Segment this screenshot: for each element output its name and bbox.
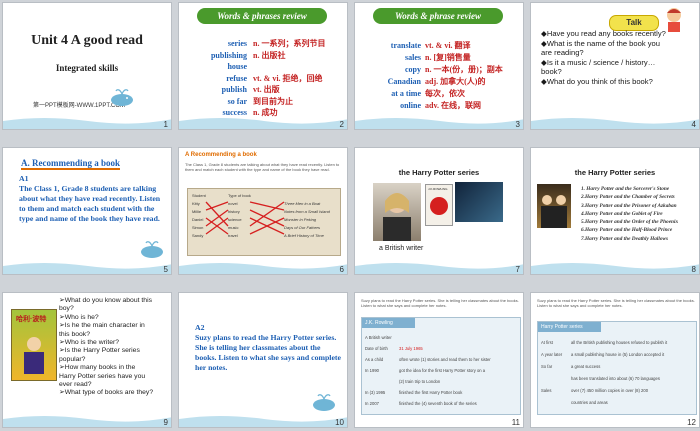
question-list: ➢What do you know about this boy? ➢Who is…	[59, 297, 154, 397]
book-list: 1. Harry Potter and the Sorcerer's Stone…	[581, 186, 679, 242]
notes-header: Harry Potter series	[538, 322, 601, 332]
movie-poster	[455, 182, 503, 222]
slide-thumbnail-7[interactable]: the Harry Potter series J.K.ROWLING a Br…	[354, 147, 524, 275]
wave-decoration	[355, 263, 523, 274]
wave-decoration	[179, 263, 347, 274]
slide-thumbnail-3[interactable]: Words & phrase review translate sales copy…	[354, 2, 524, 130]
slide-thumbnail-5[interactable]: A. Recommending a book A1 The Class 1, G…	[2, 147, 172, 275]
slide-thumbnail-11[interactable]: Suzy plans to read the Harry Potter seri…	[354, 292, 524, 428]
slide-thumbnail-10[interactable]: A2 Suzy plans to read the Harry Potter s…	[178, 292, 348, 428]
slide-number: 6	[339, 265, 344, 274]
slide-thumbnail-2[interactable]: Words & phrases review series publishing h…	[178, 2, 348, 130]
task-intro: Suzy plans to read the Harry Potter seri…	[361, 298, 519, 308]
slide-thumbnail-9[interactable]: 哈利·波特 ➢What do you know about this boy? ➢…	[2, 292, 172, 428]
wave-decoration	[531, 263, 699, 274]
whale-icon	[141, 241, 163, 258]
meaning-list: vt. & vi. 翻译 n. [复]销售量 n. 一本(份，册)；副本 adj. 加…	[425, 41, 503, 110]
matching-table: Student Kitty Millie Daniel Simon Sandy Type …	[187, 188, 341, 256]
slide-banner: Words & phrase review	[373, 8, 503, 24]
task-intro: Suzy plans to read the Harry Potter seri…	[537, 298, 695, 308]
section-title: A Recommending a book	[185, 152, 257, 158]
slide-number: 9	[163, 418, 168, 427]
slide-sorter-grid: Unit 4 A good read Integrated skills 第一P…	[0, 0, 700, 431]
wave-decoration	[3, 416, 171, 427]
section-title: A. Recommending a book	[21, 158, 121, 170]
slide-thumbnail-8[interactable]: the Harry Potter series 1. Harry Potter …	[530, 147, 700, 275]
slide-number: 11	[511, 418, 520, 427]
notes-rows: At first all the British publishing house…	[541, 340, 668, 405]
slide-subtitle: Integrated skills	[55, 63, 119, 73]
whale-icon	[111, 89, 133, 106]
talk-questions: ◆Have you read any books recently? ◆What …	[541, 29, 666, 86]
meaning-list: n. 一系列；系列节目 n. 出版社 vt. & vi. 拒绝，回绝 vt. 出版到…	[253, 39, 326, 117]
book-cover-casual-vacancy: J.K.ROWLING	[425, 184, 453, 226]
word-list: translate sales copy Canadian at a time onlin…	[387, 41, 421, 110]
slide-number: 8	[691, 265, 696, 274]
word-list: series publishing house refuse publish so far…	[210, 39, 247, 117]
slide-number: 2	[339, 120, 344, 129]
notes-table: J.K. Rowling A British writer Date of bi…	[361, 317, 521, 415]
slide-number: 3	[515, 120, 520, 129]
photo-caption: a British writer	[379, 245, 424, 252]
notes-header: J.K. Rowling	[362, 318, 415, 328]
slide-number: 10	[335, 418, 344, 427]
slide-thumbnail-6[interactable]: A Recommending a book The Class 1, Grade…	[178, 147, 348, 275]
task-text: A2 Suzy plans to read the Harry Potter s…	[195, 323, 341, 372]
notes-table: Harry Potter series At first all the Brit…	[537, 321, 697, 415]
slide-banner: Words & phrases review	[197, 8, 327, 24]
wave-decoration	[531, 118, 699, 129]
slide-thumbnail-12[interactable]: Suzy plans to read the Harry Potter seri…	[530, 292, 700, 428]
slide-number: 1	[163, 120, 168, 129]
slide-number: 4	[691, 120, 696, 129]
slide-title: the Harry Potter series	[398, 168, 480, 177]
slide-title: the Harry Potter series	[574, 168, 656, 177]
slide-number: 5	[163, 265, 168, 274]
task-text: A1 The Class 1, Grade 8 students are tal…	[19, 174, 161, 223]
notes-rows: A British writer Date of birth 31 July 19…	[365, 335, 491, 406]
wave-decoration	[355, 118, 523, 129]
book-cover-image: 哈利·波特	[11, 309, 57, 381]
author-photo	[373, 183, 421, 241]
wave-decoration	[3, 118, 171, 129]
wave-decoration	[179, 416, 347, 427]
slide-number: 7	[515, 265, 520, 274]
wave-decoration	[179, 118, 347, 129]
slide-thumbnail-1[interactable]: Unit 4 A good read Integrated skills 第一P…	[2, 2, 172, 130]
task-intro: The Class 1, Grade 8 students are talkin…	[185, 162, 340, 172]
slide-title: Unit 4 A good read	[31, 33, 143, 48]
whale-icon	[313, 394, 335, 411]
slide-number: 12	[687, 418, 696, 427]
match-lines	[205, 201, 285, 235]
wave-decoration	[3, 263, 171, 274]
slide-thumbnail-4[interactable]: Talk ◆Have you read any books recently? ◆…	[530, 2, 700, 130]
book-cover-image	[537, 184, 571, 228]
